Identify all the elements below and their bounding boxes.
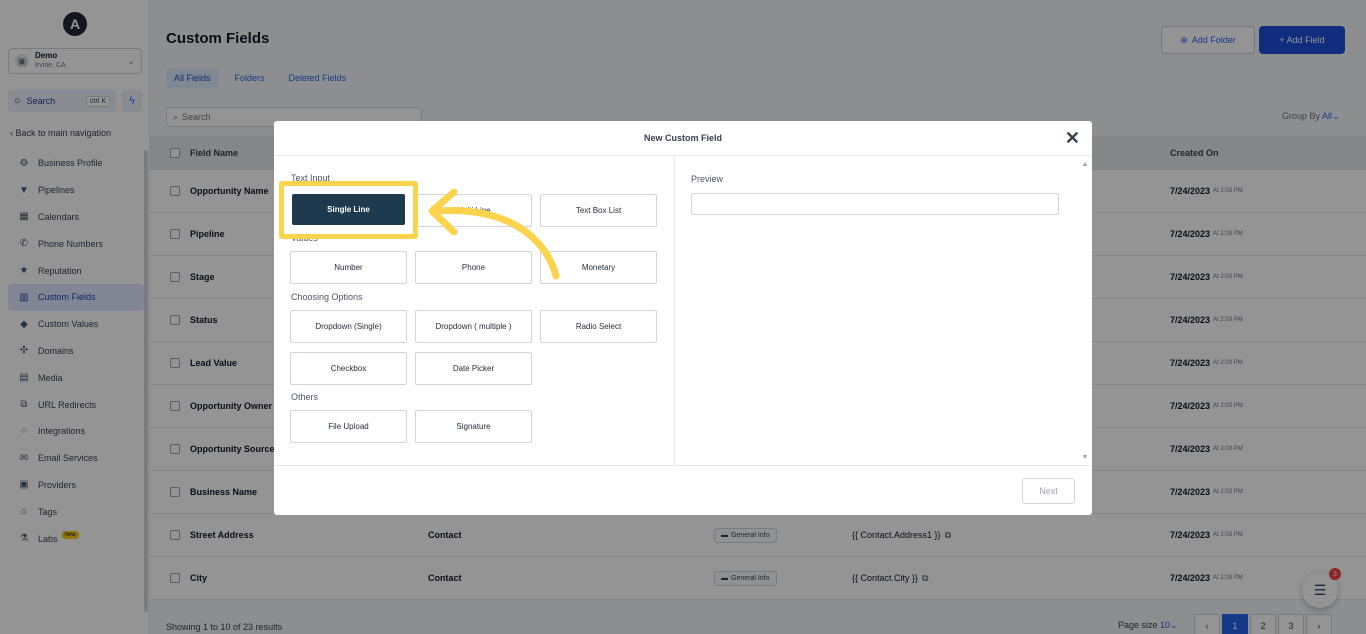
scroll-down-icon[interactable]: ▼ xyxy=(1080,454,1090,461)
dropdown-single-option[interactable]: Dropdown (Single) xyxy=(290,310,407,343)
modal-scrollbar[interactable]: ▲ ▼ xyxy=(1080,161,1090,461)
pointer-arrow-icon xyxy=(428,188,560,280)
signature-option[interactable]: Signature xyxy=(415,410,532,443)
radio-select-option[interactable]: Radio Select xyxy=(540,310,657,343)
file-upload-option[interactable]: File Upload xyxy=(290,410,407,443)
next-button[interactable]: Next xyxy=(1022,478,1075,504)
dropdown-multiple-option[interactable]: Dropdown ( multiple ) xyxy=(415,310,532,343)
close-icon[interactable]: ✕ xyxy=(1065,129,1080,147)
highlight-frame: Single Line xyxy=(279,181,418,239)
modal-footer: Next xyxy=(274,465,1092,515)
date-picker-option[interactable]: Date Picker xyxy=(415,352,532,385)
single-line-option-highlighted[interactable]: Single Line xyxy=(292,194,405,225)
preview-input xyxy=(691,193,1059,215)
preview-panel: Preview ▲ ▼ xyxy=(675,157,1092,465)
group-label-choosing-options: Choosing Options xyxy=(291,292,363,302)
modal-title: New Custom Field xyxy=(643,133,722,143)
checkbox-option[interactable]: Checkbox xyxy=(290,352,407,385)
number-option[interactable]: Number xyxy=(290,251,407,284)
scroll-up-icon[interactable]: ▲ xyxy=(1080,161,1090,168)
group-label-others: Others xyxy=(291,392,319,402)
preview-label: Preview xyxy=(691,174,724,184)
